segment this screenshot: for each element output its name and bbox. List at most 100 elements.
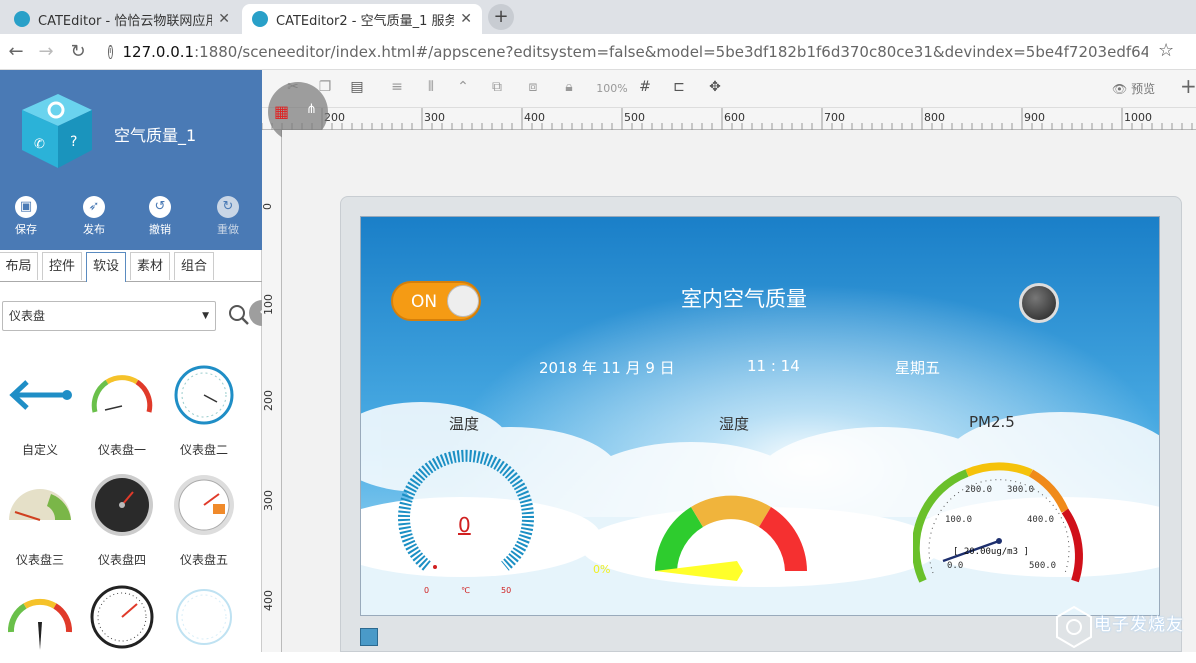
paste-icon[interactable]: ▤ [346, 79, 368, 99]
ungroup-icon[interactable]: ⧈ [522, 79, 544, 99]
center-icon[interactable]: ✥ [704, 79, 726, 99]
redo-button[interactable]: ↻ 重做 [208, 196, 248, 237]
forward-icon[interactable]: → [34, 41, 58, 62]
weekday-text: 星期五 [895, 359, 941, 377]
temperature-label: 温度 [449, 415, 480, 433]
pm25-gauge [913, 462, 1083, 583]
left-panel: ? ✆ 空气质量_1 ▣ 保存 ➶ 发布 ↺ 撤销 ↻ 重做 布局 控件 软设 … [0, 70, 262, 652]
ruler-label: 1000 [1124, 111, 1152, 124]
zoom-level[interactable]: 100% [596, 82, 628, 102]
watermark-icon [1056, 605, 1092, 648]
ruler-label: 900 [1024, 111, 1045, 124]
ruler-label: 0 [261, 203, 274, 210]
temperature-needle-dot [433, 565, 437, 569]
film-icon[interactable]: ▦ [274, 102, 289, 121]
tab-controls[interactable]: 控件 [42, 252, 82, 280]
pm25-label: PM2.5 [969, 413, 1015, 431]
browser-tab-1[interactable]: CATEditor - 恰恰云物联网应用开 ✕ [4, 4, 240, 34]
eye-icon: 👁︎ [1112, 82, 1128, 96]
widget-label: 仪表盘一 [97, 443, 146, 457]
widget-label: 自定义 [21, 443, 58, 457]
temperature-max-label: 50 [501, 586, 512, 595]
tab-favicon-icon [14, 11, 30, 27]
ruler-label: 400 [262, 590, 275, 611]
widget-gauge-1[interactable]: 仪表盘一 [82, 360, 162, 458]
humidity-value: 0% [593, 563, 611, 576]
ruler-label: 600 [724, 111, 745, 124]
watermark-logo: 电子发烧友 [1054, 604, 1194, 652]
ruler-icon[interactable]: ⊏ [668, 79, 690, 99]
lock-icon[interactable]: 🔒︎ [558, 79, 580, 99]
project-header: ? ✆ 空气质量_1 ▣ 保存 ➶ 发布 ↺ 撤销 ↻ 重做 [0, 70, 262, 250]
tab-title: CATEditor2 - 空气质量_1 服务器 [276, 13, 455, 29]
project-name: 空气质量_1 [114, 126, 197, 145]
undo-button[interactable]: ↺ 撤销 [140, 196, 180, 237]
share-icon[interactable]: ⋔ [306, 102, 317, 117]
close-icon[interactable]: ✕ [460, 11, 472, 27]
align-vertical-icon[interactable]: ⦀ [420, 79, 442, 99]
url-host: 127.0.0.1 [122, 43, 195, 61]
group-icon[interactable]: ⧉ [486, 79, 508, 99]
widget-custom[interactable]: 自定义 [0, 360, 80, 458]
widget-gauge-4[interactable]: 仪表盘四 [82, 470, 162, 568]
time-text: 11 : 14 [747, 357, 800, 375]
status-light [1019, 283, 1059, 323]
widget-label: 仪表盘四 [97, 553, 146, 567]
widget-label: 仪表盘二 [179, 443, 228, 457]
tab-favicon-icon [252, 11, 268, 27]
humidity-label: 湿度 [719, 415, 750, 433]
reload-icon[interactable]: ↻ [66, 41, 90, 62]
category-select[interactable]: 仪表盘 ▼ [2, 301, 216, 331]
pm25-tick-0: 0.0 [947, 561, 964, 571]
back-icon[interactable]: ← [4, 41, 28, 62]
browser-tab-2[interactable]: CATEditor2 - 空气质量_1 服务器 ✕ [242, 4, 482, 34]
preview-button[interactable]: 👁︎ 预览 [1112, 80, 1155, 97]
watermark-text: 电子发烧友 [1094, 615, 1184, 635]
publish-label: 发布 [83, 223, 105, 236]
toggle-label: ON [411, 292, 438, 312]
ruler-label: 300 [424, 111, 445, 124]
power-toggle[interactable]: ON [391, 281, 481, 321]
tab-groups[interactable]: 组合 [174, 252, 214, 280]
widget-gauge-3[interactable]: 仪表盘三 [0, 470, 80, 568]
move-up-icon[interactable]: ⌃ [452, 79, 474, 99]
date-text: 2018 年 11 月 9 日 [539, 359, 675, 377]
align-left-icon[interactable]: ≡ [386, 79, 408, 99]
widget-label: 仪表盘三 [15, 553, 64, 567]
ruler-label: 500 [624, 111, 645, 124]
chevron-down-icon: ▼ [202, 311, 209, 321]
browser-tab-strip: CATEditor - 恰恰云物联网应用开 ✕ CATEditor2 - 空气质… [0, 0, 1196, 34]
temperature-value: 0 [458, 513, 471, 537]
widget-gauge-7[interactable] [82, 582, 162, 663]
add-icon[interactable]: + [1180, 74, 1196, 98]
pm25-tick-500: 500.0 [1029, 561, 1057, 571]
gauge-thumbnail-icon [9, 489, 71, 521]
save-button[interactable]: ▣ 保存 [6, 196, 46, 237]
search-icon[interactable] [228, 304, 250, 326]
close-icon[interactable]: ✕ [218, 11, 230, 27]
tab-layout[interactable]: 布局 [0, 252, 38, 280]
app-screen[interactable]: ON 室内空气质量 2018 年 11 月 9 日 11 : 14 星期五 温度… [360, 216, 1160, 616]
device-menu-button[interactable] [360, 628, 378, 646]
temperature-unit: ℃ [461, 586, 470, 595]
tab-materials[interactable]: 素材 [130, 252, 170, 280]
undo-label: 撤销 [149, 223, 171, 236]
widget-gauge-5[interactable]: 仪表盘五 [164, 470, 244, 568]
grid-toggle-icon[interactable]: # [634, 79, 656, 99]
category-select-value: 仪表盘 [9, 309, 46, 323]
widget-gauge-6[interactable] [0, 582, 80, 663]
bookmark-star-icon[interactable]: ☆ [1158, 40, 1174, 61]
project-cube-icon: ? ✆ [22, 94, 92, 168]
info-icon[interactable]: i [108, 45, 113, 59]
svg-text:?: ? [70, 134, 77, 150]
editor-toolbar: ✂ ❐ ▤ ≡ ⦀ ⌃ ⧉ ⧈ 🔒︎ 100% # ⊏ ✥ [262, 70, 1196, 108]
widget-gauge-2[interactable]: 仪表盘二 [164, 360, 244, 458]
ruler-label: 400 [524, 111, 545, 124]
redo-icon: ↻ [217, 196, 239, 218]
gauge-thumbnail-icon [90, 585, 154, 649]
widget-gauge-8[interactable] [164, 582, 244, 663]
new-tab-button[interactable]: + [488, 4, 514, 30]
publish-button[interactable]: ➶ 发布 [74, 196, 114, 237]
tab-software[interactable]: 软设 [86, 252, 126, 282]
url-field[interactable]: i 127.0.0.1:1880/sceneeditor/index.html#… [108, 39, 1148, 65]
